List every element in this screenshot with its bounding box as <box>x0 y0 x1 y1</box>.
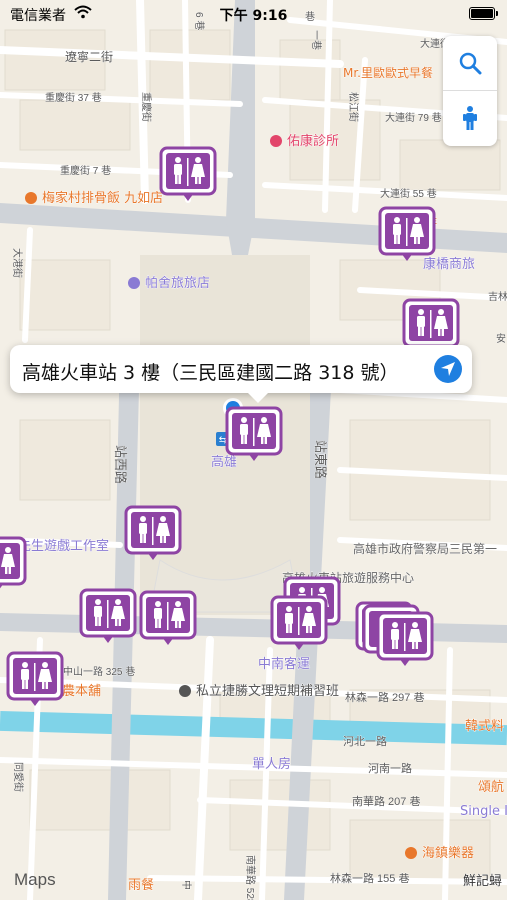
poi-label[interactable]: 單人房 <box>252 756 292 773</box>
street-label: 南華路 207 巷 <box>352 795 420 808</box>
poi-icon <box>270 135 282 147</box>
status-bar: 電信業者 下午 9:16 <box>0 0 507 28</box>
street-label: 大連街 55 巷 <box>380 187 437 200</box>
restroom-pin[interactable] <box>378 206 436 261</box>
navigate-button[interactable] <box>434 355 462 383</box>
poi-label[interactable]: 梅家村排骨飯 九如店 <box>42 190 164 207</box>
street-label: 同愛街 <box>12 762 25 792</box>
street-label: 南華路 528 巷 <box>244 855 257 900</box>
street-label: 大連街 79 巷 <box>385 111 442 124</box>
poi-label[interactable]: 頌航 <box>478 779 505 796</box>
poi-icon <box>128 277 140 289</box>
location-callout[interactable]: 高雄火車站 3 樓（三民區建國二路 318 號） <box>10 345 472 403</box>
street-label: 河北一路 <box>343 735 387 748</box>
callout-title: 高雄火車站 3 樓（三民區建國二路 318 號） <box>22 362 399 384</box>
poi-label[interactable]: Mr.里歐歐式早餐 <box>343 65 434 81</box>
restroom-pin[interactable] <box>376 611 434 666</box>
street-label: 中山一路 325 巷 <box>63 665 135 678</box>
map-canvas[interactable]: 遼寧二街重慶街 37 巷重慶街 7 巷重慶街大連街 99 巷大連街 79 巷大連… <box>0 0 507 900</box>
restroom-pin[interactable] <box>139 590 197 645</box>
street-label: 站西路 <box>113 445 128 484</box>
street-label: 重慶街 <box>140 92 153 122</box>
restroom-pin[interactable] <box>159 146 217 201</box>
callout-tail <box>246 391 270 403</box>
poi-label[interactable]: 高雄 <box>211 454 238 471</box>
apple-maps-logo: Maps <box>14 870 56 890</box>
search-icon <box>459 52 482 75</box>
street-label: 中 <box>180 880 193 890</box>
restroom-pin[interactable] <box>124 505 182 560</box>
poi-icon <box>179 685 191 697</box>
poi-label[interactable]: 韓式料 <box>465 719 505 735</box>
poi-label[interactable]: Single I <box>460 804 507 820</box>
street-label: 站東路 <box>313 440 328 479</box>
poi-label[interactable]: 康橋商旅 <box>423 256 476 273</box>
poi-icon <box>405 847 417 859</box>
street-label: 一巷 <box>310 30 322 50</box>
search-button[interactable] <box>443 36 497 90</box>
restroom-pin[interactable] <box>0 536 27 591</box>
poi-label[interactable]: 農本舖 <box>62 683 102 700</box>
restroom-pin[interactable] <box>225 406 283 461</box>
restroom-pin[interactable] <box>6 651 64 706</box>
poi-label[interactable]: 鮮記蟳 <box>463 873 503 890</box>
street-label: 遼寧二街 <box>65 49 113 64</box>
street-label: 大港街 <box>11 248 24 278</box>
poi-label[interactable]: 佑康診所 <box>287 133 340 150</box>
pedestrian-button[interactable] <box>443 91 497 145</box>
street-label: 林森一路 155 巷 <box>330 871 409 885</box>
street-label: 吉林 <box>488 290 507 303</box>
restroom-pin[interactable] <box>79 588 137 643</box>
street-label: 河南一路 <box>368 762 412 775</box>
street-label: 林森一路 297 巷 <box>345 690 424 704</box>
clock: 下午 9:16 <box>219 8 288 24</box>
poi-label[interactable]: 雨餐 <box>128 877 155 894</box>
street-label: 安 <box>496 332 506 345</box>
map-controls <box>443 36 497 146</box>
poi-label[interactable]: 中南客運 <box>258 656 311 673</box>
street-label: 松江街 <box>347 92 360 122</box>
poi-icon <box>25 192 37 204</box>
street-label: 重慶街 37 巷 <box>45 91 102 104</box>
restroom-pin[interactable] <box>270 595 328 650</box>
poi-label[interactable]: 帕舍旅旅店 <box>145 276 211 292</box>
poi-label[interactable]: 高雄市政府警察局三民第一 <box>353 541 498 557</box>
battery-icon <box>469 7 498 20</box>
navigate-arrow-icon <box>441 362 455 376</box>
street-label: 重慶街 7 巷 <box>60 164 111 177</box>
maps-attribution: Maps <box>14 870 56 889</box>
poi-label[interactable]: 海鎮樂器 <box>422 845 475 862</box>
poi-label[interactable]: 私立捷勝文理短期補習班 <box>196 684 340 700</box>
pedestrian-icon <box>463 106 477 130</box>
